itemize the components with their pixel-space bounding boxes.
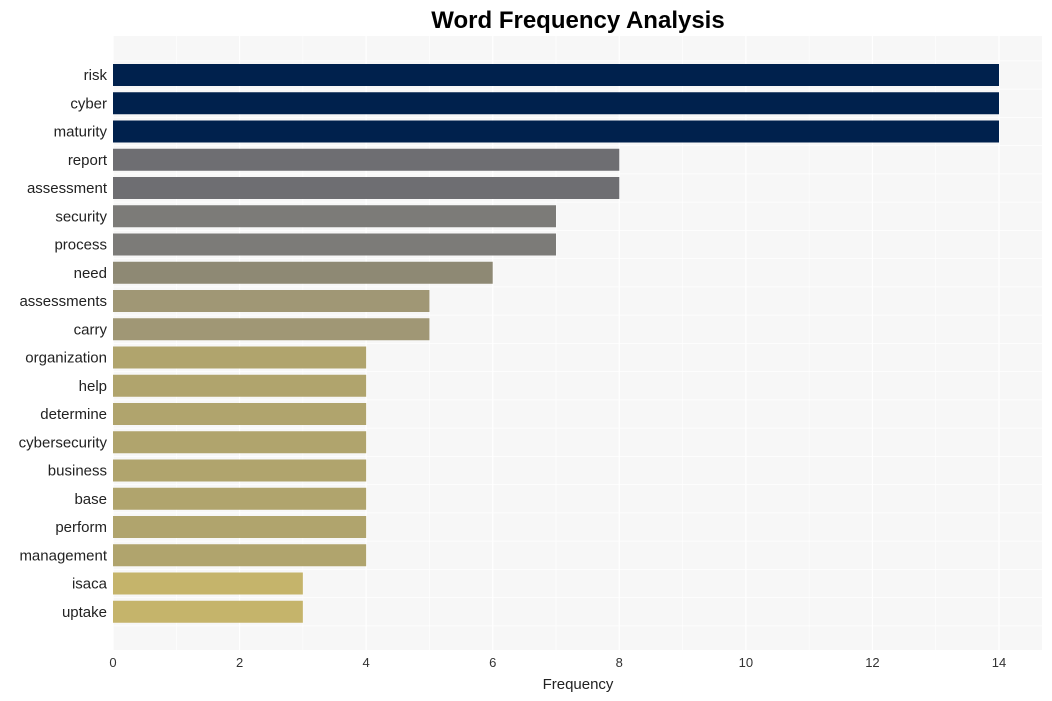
bar-carry xyxy=(113,318,430,341)
bar-management xyxy=(113,544,367,567)
y-tick-label: help xyxy=(79,378,107,395)
x-tick-label: 14 xyxy=(992,655,1006,670)
x-tick-label: 6 xyxy=(489,655,496,670)
y-tick-label: assessments xyxy=(19,293,107,310)
y-tick-label: security xyxy=(55,208,107,225)
bar-report xyxy=(113,148,620,171)
y-tick-label: uptake xyxy=(62,604,107,621)
y-tick-label: report xyxy=(68,152,108,169)
y-tick-label: cybersecurity xyxy=(19,434,108,451)
bar-cybersecurity xyxy=(113,431,367,454)
y-tick-label: isaca xyxy=(72,576,108,593)
bar-business xyxy=(113,459,367,482)
x-tick-label: 2 xyxy=(236,655,243,670)
chart-title: Word Frequency Analysis xyxy=(431,7,724,34)
y-tick-label: assessment xyxy=(27,180,108,197)
bar-process xyxy=(113,233,556,256)
x-tick-label: 0 xyxy=(109,655,116,670)
y-tick-label: process xyxy=(54,237,107,254)
y-tick-label: base xyxy=(74,491,107,508)
bar-perform xyxy=(113,516,367,538)
y-tick-label: determine xyxy=(40,406,107,423)
x-tick-label: 10 xyxy=(739,655,753,670)
bar-determine xyxy=(113,403,367,425)
y-tick-label: management xyxy=(19,547,107,564)
y-tick-label: carry xyxy=(74,321,108,338)
x-tick-label: 12 xyxy=(865,655,879,670)
bar-cyber xyxy=(113,92,999,115)
y-tick-label: perform xyxy=(55,519,107,536)
bar-maturity xyxy=(113,120,999,143)
y-tick-label: organization xyxy=(25,350,107,367)
bar-help xyxy=(113,374,367,397)
bar-assessment xyxy=(113,177,620,199)
x-axis-ticks: 0 2 4 6 8 10 12 14 xyxy=(109,655,1006,670)
bar-organization xyxy=(113,346,367,369)
bar-need xyxy=(113,261,493,284)
x-tick-label: 4 xyxy=(363,655,370,670)
y-tick-label: business xyxy=(48,463,107,480)
bar-security xyxy=(113,205,556,228)
bar-assessments xyxy=(113,290,430,312)
x-tick-label: 8 xyxy=(616,655,623,670)
y-tick-label: need xyxy=(74,265,107,282)
bar-isaca xyxy=(113,572,303,595)
bar-chart: Word Frequency Analysis risk cyber maturit… xyxy=(19,7,1042,693)
bar-risk xyxy=(113,64,999,86)
x-axis-label: Frequency xyxy=(543,676,614,693)
bar-base xyxy=(113,487,367,510)
y-axis-labels: risk cyber maturity report assessment securit… xyxy=(19,67,108,621)
y-tick-label: cyber xyxy=(70,95,107,112)
bar-uptake xyxy=(113,600,303,623)
y-tick-label: risk xyxy=(84,67,108,84)
y-tick-label: maturity xyxy=(54,124,108,141)
